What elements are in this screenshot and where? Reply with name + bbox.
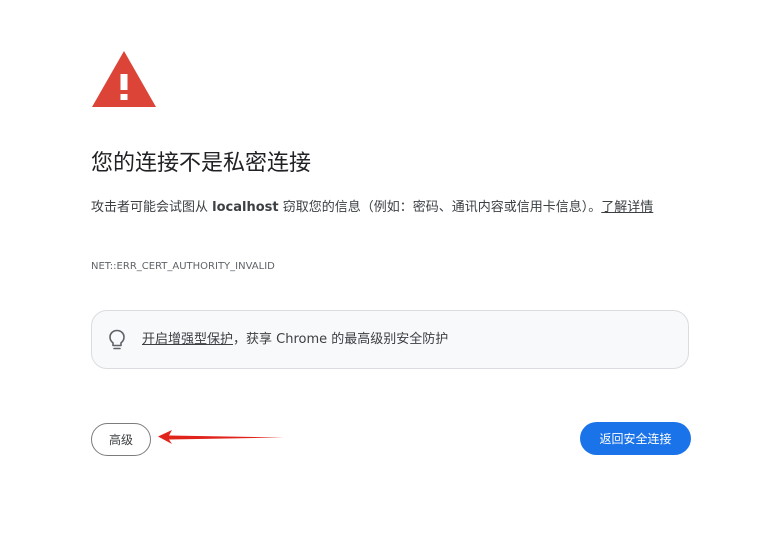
tip-rest-text: ，获享 Chrome 的最高级别安全防护 [233, 332, 449, 347]
learn-more-link[interactable]: 了解详情 [601, 200, 653, 215]
warning-triangle-icon [92, 51, 156, 107]
back-to-safety-button[interactable]: 返回安全连接 [580, 422, 691, 455]
advanced-button[interactable]: 高级 [91, 423, 151, 456]
tip-text: 开启增强型保护，获享 Chrome 的最高级别安全防护 [142, 330, 448, 350]
description-suffix: 窃取您的信息（例如：密码、通讯内容或信用卡信息）。 [278, 200, 602, 215]
red-arrow-icon [158, 430, 284, 444]
page-title: 您的连接不是私密连接 [91, 151, 312, 176]
description-prefix: 攻击者可能会试图从 [91, 200, 213, 215]
host-name: localhost [212, 200, 279, 215]
error-code: NET::ERR_CERT_AUTHORITY_INVALID [91, 261, 275, 272]
enhanced-protection-tip: 开启增强型保护，获享 Chrome 的最高级别安全防护 [91, 310, 689, 369]
enable-enhanced-protection-link[interactable]: 开启增强型保护 [142, 332, 233, 347]
error-description: 攻击者可能会试图从 localhost 窃取您的信息（例如：密码、通讯内容或信用… [91, 196, 691, 220]
interstitial-page: 您的连接不是私密连接 攻击者可能会试图从 localhost 窃取您的信息（例如… [0, 0, 776, 544]
lightbulb-icon [109, 329, 125, 350]
